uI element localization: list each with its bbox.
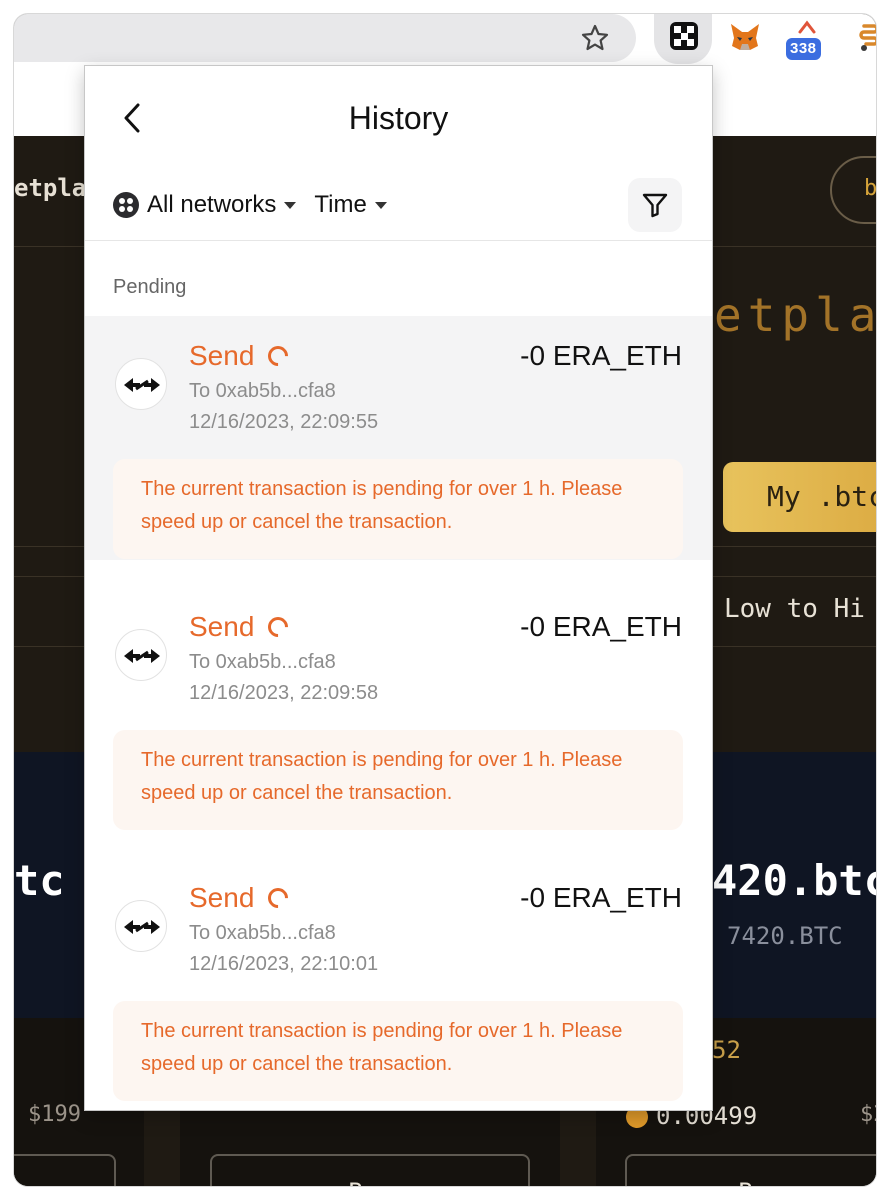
network-filter-dropdown[interactable]: All networks [147,191,276,219]
transaction-type-label: Send [189,340,255,371]
my-btc-button-label: My .btc [767,480,876,513]
pending-warning: The current transaction is pending for o… [113,730,683,830]
hero-text: etpla [714,288,876,342]
address-bar[interactable] [14,14,636,62]
transaction-amount: -0 ERA_ETH [520,340,682,371]
transaction-time: 12/16/2023, 22:09:55 [189,411,379,433]
transaction-item[interactable]: Send -0 ERA_ETH To 0xab5b...cfa8 12/16/2… [85,587,712,831]
transaction-recipient: To 0xab5b...cfa8 [189,922,336,944]
buy-button-label: Buy [212,1178,528,1186]
transaction-type: Send [189,882,293,914]
page-title: History [348,100,449,136]
transaction-item[interactable]: Send -0 ERA_ETH To 0xab5b...cfa8 12/16/2… [85,316,712,560]
my-btc-button[interactable]: My .btc [723,462,876,532]
transaction-item[interactable]: Send -0 ERA_ETH To 0xab5b...cfa8 12/16/2… [85,858,712,1102]
sort-dropdown[interactable]: Low to Hi [724,594,865,624]
metamask-fox-icon[interactable] [728,20,762,54]
buy-button-label: Buy [627,1178,876,1186]
swap-arrows-icon [115,900,167,952]
transaction-recipient: To 0xab5b...cfa8 [189,651,336,673]
transaction-type-label: Send [189,882,255,913]
spinner-icon [264,883,293,913]
buy-button[interactable]: Buy [14,1154,116,1186]
buy-button[interactable]: Buy [210,1154,530,1186]
swap-arrows-icon [115,629,167,681]
site-nav-button[interactable]: b [830,156,876,224]
site-logo[interactable]: etpla [14,174,86,202]
notification-extension[interactable]: 338 [786,18,834,62]
card-name: tc [14,856,65,905]
divider [85,240,712,241]
caret-down-icon[interactable] [284,201,297,209]
transaction-type: Send [189,611,293,643]
spinner-icon [264,341,293,371]
filter-button[interactable] [628,178,682,232]
browser-toolbar: 338 [14,14,876,64]
transaction-type: Send [189,340,293,372]
transaction-recipient: To 0xab5b...cfa8 [189,380,336,402]
section-label-pending: Pending [113,276,187,298]
star-icon[interactable] [580,23,610,53]
extension-badge-count: 338 [786,38,821,60]
transaction-amount: -0 ERA_ETH [520,611,682,642]
pending-warning: The current transaction is pending for o… [113,1001,683,1101]
okx-wallet-extension-icon[interactable] [670,22,698,50]
transaction-type-label: Send [189,611,255,642]
swap-arrows-icon [115,358,167,410]
transaction-time: 12/16/2023, 22:10:01 [189,953,379,975]
caret-down-icon[interactable] [374,201,387,209]
caret-up-icon [798,20,816,34]
site-nav-button-label: b [864,176,876,201]
time-sort-dropdown[interactable]: Time [314,191,366,219]
pending-warning: The current transaction is pending for o… [113,459,683,559]
card-name: 420.btc [712,856,876,905]
spinner-icon [264,612,293,642]
grid-dots-icon [113,192,139,218]
transaction-time: 12/16/2023, 22:09:58 [189,682,379,704]
card-price: $199 [28,1102,81,1127]
card-price: $2 [860,1102,876,1127]
clip-extension-icon[interactable] [856,22,876,52]
card-subtitle: 7420.BTC [727,922,843,950]
transaction-amount: -0 ERA_ETH [520,882,682,913]
card-number: 52 [712,1036,741,1064]
wallet-history-popup: History All networks Time Pending Send -… [85,66,712,1110]
filter-bar: All networks Time [113,190,405,220]
buy-button[interactable]: Buy [625,1154,876,1186]
funnel-icon [642,193,668,218]
